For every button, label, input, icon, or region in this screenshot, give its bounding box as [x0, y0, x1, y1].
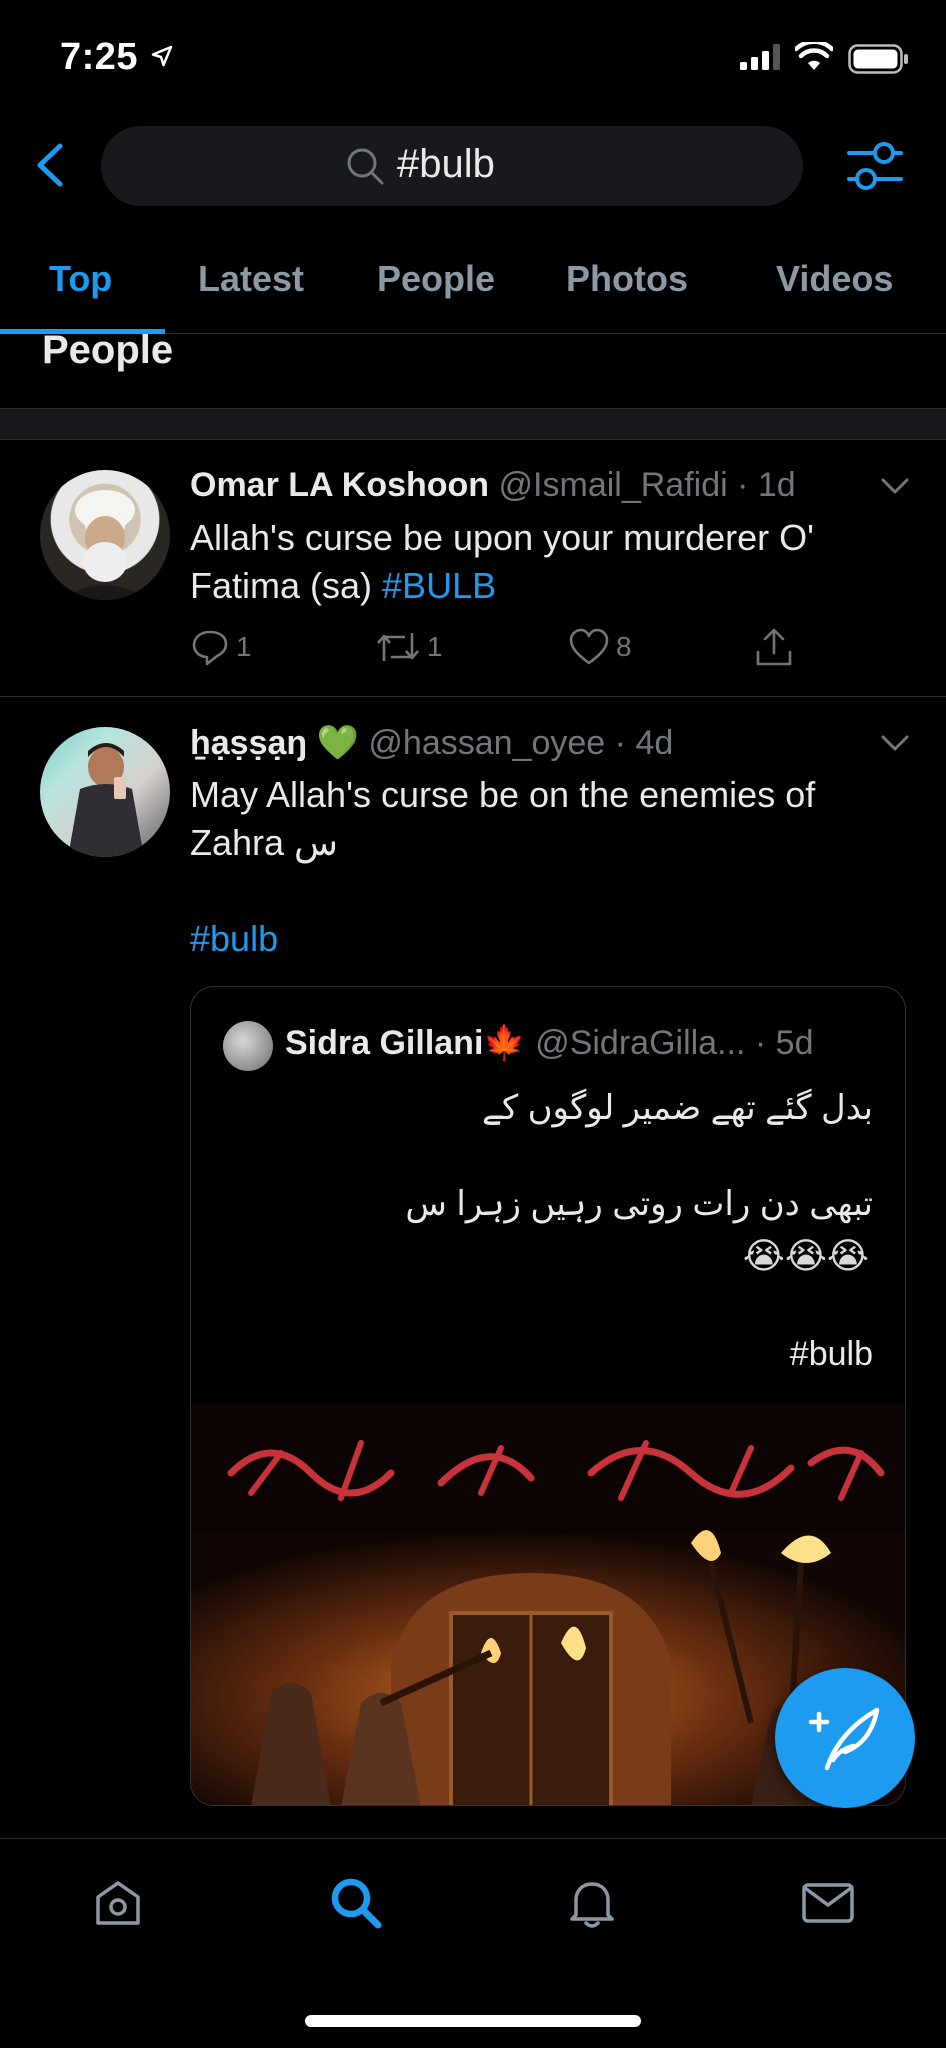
filter-sliders-icon[interactable] [846, 138, 904, 199]
hashtag-link[interactable]: #BULB [382, 565, 496, 606]
status-time: 7:25 [60, 36, 139, 78]
quoted-text-line: بدل گئے تھے ضمیر لوگوں کے [482, 1089, 873, 1127]
status-bar: 7:25 [0, 0, 946, 110]
avatar[interactable] [223, 1021, 273, 1071]
chevron-down-icon[interactable] [880, 733, 910, 758]
tweet-text-line: Zahra س [190, 822, 338, 863]
tab-photos[interactable]: Photos [566, 258, 688, 300]
tweet-text-line: May Allah's curse be on the enemies of [190, 774, 816, 815]
tweet-actions: 1 1 8 [190, 627, 830, 677]
retweet-count: 1 [427, 631, 443, 662]
reply-button[interactable]: 1 [190, 627, 252, 667]
quoted-display-name[interactable]: Sidra Gillani🍁 [285, 1024, 526, 1062]
quoted-text-line: تبھی دن رات روتی رہیں زہرا س [405, 1185, 873, 1223]
tab-top[interactable]: Top [49, 258, 112, 300]
quoted-user-handle[interactable]: @SidraGilla... [535, 1024, 745, 1062]
quoted-tweet[interactable]: Sidra Gillani🍁 @SidraGilla... · 5d بدل گ… [190, 986, 906, 1806]
share-icon [756, 628, 792, 666]
display-name[interactable]: ẖạṣṣạŋ 💚 [190, 724, 359, 762]
compose-tweet-button[interactable] [775, 1668, 915, 1808]
back-chevron-icon[interactable] [30, 140, 70, 190]
tweet-text-line: Fatima (sa) [190, 565, 383, 606]
search-input[interactable]: #bulb [101, 126, 803, 206]
like-icon [569, 628, 609, 665]
tab-latest[interactable]: Latest [198, 258, 304, 300]
home-icon[interactable] [90, 1875, 146, 1936]
battery-icon [848, 44, 910, 79]
search-tabs: Top Latest People Photos Videos [0, 240, 946, 334]
tweet[interactable]: Omar LA Koshoon @Ismail_Rafidi · 1d Alla… [0, 440, 946, 697]
quoted-tweet-time: · 5d [754, 1024, 814, 1062]
bottom-navigation [0, 1838, 946, 2048]
avatar[interactable] [40, 727, 170, 857]
tweet-text: Allah's curse be upon your murderer O' F… [190, 514, 814, 610]
quoted-hashtag[interactable]: #bulb [790, 1335, 873, 1374]
explore-icon[interactable] [328, 1875, 384, 1936]
hashtag-link[interactable]: #bulb [190, 915, 815, 963]
tweet-text: May Allah's curse be on the enemies of Z… [190, 771, 815, 963]
like-count: 8 [616, 631, 632, 662]
compose-icon [808, 1707, 880, 1771]
location-arrow-icon [150, 44, 174, 73]
section-divider [0, 408, 946, 440]
tweet-text-line: Allah's curse be upon your murderer O' [190, 517, 815, 558]
share-button[interactable] [754, 627, 800, 667]
user-handle[interactable]: @Ismail_Rafidi [499, 466, 728, 504]
like-button[interactable]: 8 [568, 627, 632, 667]
notifications-icon[interactable] [564, 1875, 620, 1936]
retweet-button[interactable]: 1 [375, 627, 443, 667]
signal-icon [740, 44, 784, 75]
tab-people[interactable]: People [377, 258, 495, 300]
search-query: #bulb [397, 142, 495, 186]
reply-count: 1 [236, 631, 252, 662]
home-indicator [305, 2015, 641, 2027]
tab-videos[interactable]: Videos [776, 258, 893, 300]
chevron-down-icon[interactable] [880, 476, 910, 501]
search-icon [345, 146, 385, 191]
retweet-icon [377, 633, 419, 661]
avatar[interactable] [40, 470, 170, 600]
reply-icon [192, 630, 228, 666]
wifi-icon [793, 39, 835, 77]
messages-icon[interactable] [800, 1875, 856, 1936]
section-heading: People [42, 328, 174, 372]
tweet-time: · 4d [614, 724, 674, 762]
tweet-time: · 1d [737, 466, 796, 504]
display-name[interactable]: Omar LA Koshoon [190, 466, 489, 504]
user-handle[interactable]: @hassan_oyee [368, 724, 605, 762]
quoted-emoji: 😭😭😭 [742, 1235, 869, 1276]
